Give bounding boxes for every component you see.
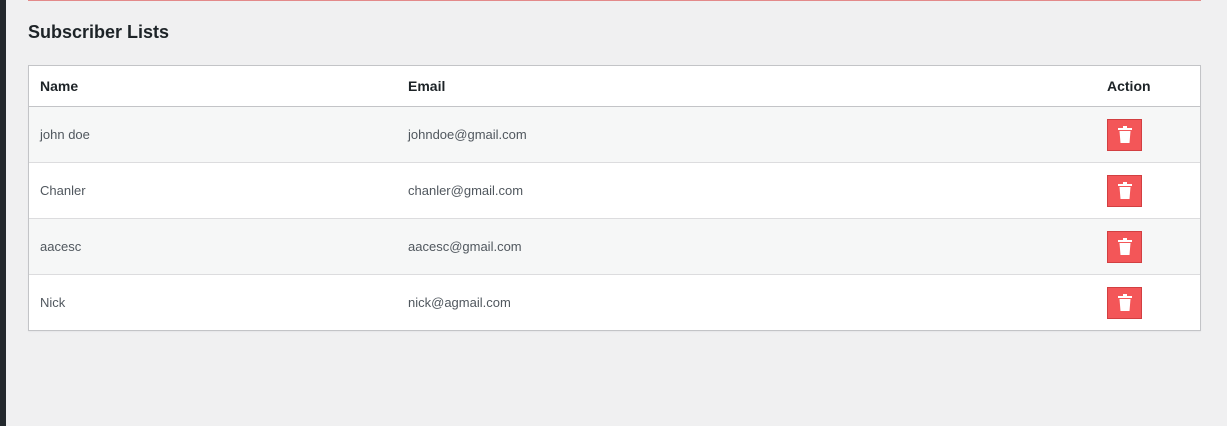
column-header-action: Action	[1096, 66, 1200, 107]
subscriber-email: nick@agmail.com	[408, 295, 511, 310]
trash-icon	[1117, 182, 1132, 199]
admin-sidebar-edge	[0, 0, 6, 426]
column-header-name: Name	[29, 66, 397, 107]
subscriber-name: Chanler	[29, 162, 397, 219]
subscriber-table-container: Name Email Action john doe johndoe@gmail…	[28, 65, 1201, 331]
top-divider	[28, 0, 1201, 1]
table-header-row: Name Email Action	[29, 66, 1200, 107]
table-row: Chanler chanler@gmail.com	[29, 162, 1200, 219]
delete-subscriber-button[interactable]	[1107, 286, 1142, 319]
delete-subscriber-button[interactable]	[1107, 230, 1142, 263]
action-cell	[1096, 275, 1200, 331]
trash-icon	[1117, 238, 1132, 255]
action-cell	[1096, 218, 1200, 275]
subscriber-name: john doe	[29, 106, 397, 163]
subscriber-table: Name Email Action john doe johndoe@gmail…	[29, 66, 1200, 330]
action-cell	[1096, 162, 1200, 219]
subscriber-email: johndoe@gmail.com	[397, 106, 1096, 163]
column-header-email: Email	[397, 66, 1096, 107]
subscriber-name: Nick	[40, 295, 66, 310]
subscriber-email: aacesc@gmail.com	[397, 218, 1096, 275]
trash-icon	[1117, 126, 1132, 143]
subscriber-email: chanler@gmail.com	[397, 162, 1096, 219]
trash-icon	[1117, 294, 1132, 311]
action-cell	[1096, 106, 1200, 163]
subscriber-name: aacesc	[29, 218, 397, 275]
table-row: Nick nick@agmail.com	[29, 275, 1200, 331]
table-row: john doe johndoe@gmail.com	[29, 106, 1200, 163]
page-title: Subscriber Lists	[28, 22, 170, 42]
table-row: aacesc aacesc@gmail.com	[29, 218, 1200, 275]
delete-subscriber-button[interactable]	[1107, 118, 1142, 151]
delete-subscriber-button[interactable]	[1107, 174, 1142, 207]
